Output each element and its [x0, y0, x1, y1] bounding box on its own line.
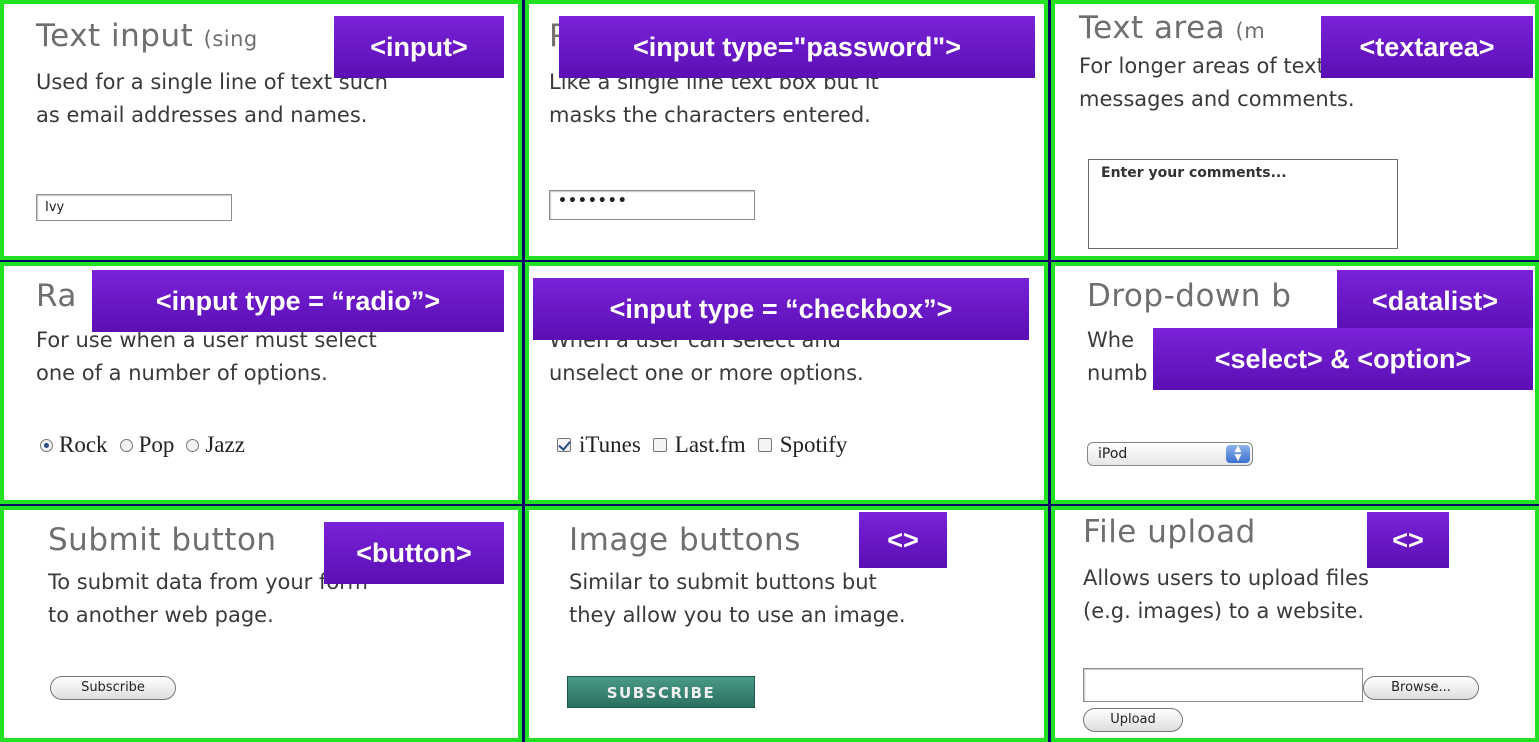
panel-text-input: Text input (sing Used for a single line …	[0, 0, 522, 260]
radio-label: Pop	[138, 432, 175, 457]
radio-label: Jazz	[205, 432, 245, 457]
panel-dropdown: Drop-down b Whe numb iPod ▲ ▼ <datalist> …	[1051, 262, 1539, 504]
radio-pop[interactable]	[119, 438, 133, 452]
panel-title: Submit button	[48, 522, 277, 558]
password-input[interactable]: •••••••	[549, 190, 755, 220]
device-select[interactable]: iPod ▲ ▼	[1087, 442, 1253, 466]
tag-datalist: <datalist>	[1337, 270, 1533, 332]
panel-file-upload: File upload Allows users to upload files…	[1051, 506, 1539, 742]
radio-rock[interactable]	[40, 438, 53, 452]
radio-label: Rock	[59, 432, 108, 457]
checkbox-spotify[interactable]	[757, 438, 772, 452]
name-input[interactable]: Ivy	[36, 194, 232, 221]
desc-line: masks the characters entered.	[549, 103, 871, 127]
panel-password: P Like a single line text box but it mas…	[525, 0, 1048, 260]
tag-select-option: <select> & <option>	[1153, 328, 1533, 390]
subscribe-button[interactable]: Subscribe	[50, 676, 176, 700]
checkbox-label: Last.fm	[674, 432, 746, 457]
panel-title: Drop-down b	[1087, 278, 1292, 314]
tag-textarea: <textarea>	[1321, 16, 1533, 78]
panel-title: Text area (m	[1079, 10, 1265, 46]
desc-line: one of a number of options.	[36, 361, 328, 385]
title-sub: (sing	[203, 27, 258, 51]
checkbox-lastfm[interactable]	[652, 438, 667, 452]
tag-file-upload: <>	[1367, 512, 1449, 568]
panel-description: Allows users to upload files (e.g. image…	[1083, 562, 1369, 628]
desc-line: Allows users to upload files	[1083, 566, 1369, 590]
checkbox-label: iTunes	[579, 432, 641, 457]
tag-input-password: <input type="password">	[559, 16, 1035, 78]
panel-title: Text input (sing	[36, 18, 258, 54]
desc-line: they allow you to use an image.	[569, 603, 906, 627]
radio-group: Rock Pop Jazz	[40, 432, 257, 458]
subscribe-image-button[interactable]: SUBSCRIBE	[567, 676, 755, 708]
tag-button: <button>	[324, 522, 504, 584]
desc-line: To submit data from your form	[48, 570, 368, 594]
desc-line: Similar to submit buttons but	[569, 570, 877, 594]
form-elements-grid: Text input (sing Used for a single line …	[0, 0, 1539, 742]
desc-line: (e.g. images) to a website.	[1083, 599, 1365, 623]
title-main: Text input	[36, 18, 194, 54]
tag-input: <input>	[334, 16, 504, 78]
panel-description: Whe numb	[1087, 324, 1147, 390]
upload-button[interactable]: Upload	[1083, 708, 1183, 732]
desc-line: as email addresses and names.	[36, 103, 368, 127]
panel-radio: Ra For use when a user must select one o…	[0, 262, 522, 504]
desc-line: numb	[1087, 361, 1148, 385]
panel-image-buttons: Image buttons Similar to submit buttons …	[525, 506, 1048, 742]
panel-description: Similar to submit buttons but they allow…	[569, 566, 906, 632]
tag-image-button: <>	[859, 512, 947, 568]
panel-title: Image buttons	[569, 522, 801, 558]
desc-line: Whe	[1087, 328, 1134, 352]
checkbox-itunes[interactable]	[557, 438, 571, 452]
panel-title: Ra	[36, 278, 77, 314]
checkbox-label: Spotify	[779, 432, 848, 457]
browse-button[interactable]: Browse...	[1363, 676, 1479, 700]
file-path-input[interactable]	[1083, 668, 1363, 702]
chevron-updown-icon: ▲ ▼	[1226, 445, 1250, 463]
desc-line: unselect one or more options.	[549, 361, 864, 385]
panel-submit: Submit button To submit data from your f…	[0, 506, 522, 742]
checkbox-group: iTunes Last.fm Spotify	[557, 432, 859, 458]
panel-title: File upload	[1083, 514, 1256, 550]
panel-checkbox: When a user can select and unselect one …	[525, 262, 1048, 504]
radio-jazz[interactable]	[186, 438, 200, 452]
tag-input-radio: <input type = “radio”>	[92, 270, 504, 332]
desc-line: to another web page.	[48, 603, 274, 627]
panel-description: To submit data from your form to another…	[48, 566, 368, 632]
desc-line: messages and comments.	[1079, 87, 1355, 111]
comments-textarea[interactable]: Enter your comments...	[1088, 159, 1398, 249]
panel-description: For use when a user must select one of a…	[36, 324, 377, 390]
panel-text-area: Text area (m For longer areas of text, s…	[1051, 0, 1539, 260]
select-value: iPod	[1098, 446, 1128, 462]
tag-input-checkbox: <input type = “checkbox”>	[533, 278, 1029, 340]
title-main: Text area	[1079, 10, 1226, 46]
title-sub: (m	[1235, 19, 1266, 43]
